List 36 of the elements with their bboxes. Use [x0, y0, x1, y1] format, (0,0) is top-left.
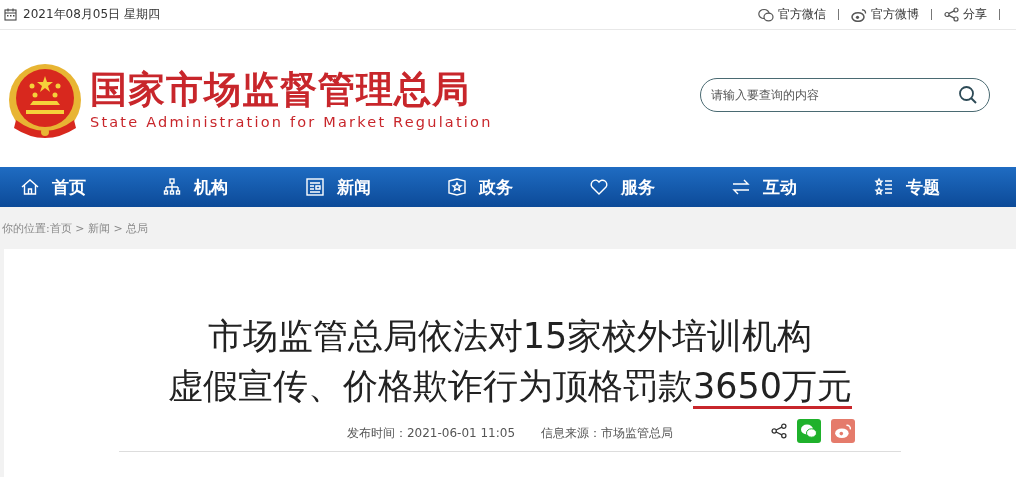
- nav-item[interactable]: 首页: [20, 167, 163, 207]
- nav-item[interactable]: 政务: [446, 167, 590, 207]
- wechat-icon: [800, 423, 818, 439]
- nav-item[interactable]: 新闻: [304, 167, 447, 207]
- weibo-share-button[interactable]: [831, 419, 855, 443]
- newspaper-icon: [304, 177, 325, 197]
- share-link[interactable]: 分享: [944, 6, 987, 23]
- exchange-arrows-icon: [731, 177, 752, 197]
- site-title: 国家市场监督管理总局: [90, 67, 471, 112]
- weibo-icon: [851, 7, 867, 22]
- info-source: 信息来源：市场监管总局: [541, 424, 674, 442]
- nav-item[interactable]: 专题: [873, 167, 1016, 207]
- site-subtitle: State Administration for Market Regulation: [90, 113, 493, 130]
- nav-item[interactable]: 互动: [731, 167, 874, 207]
- share-icon[interactable]: [771, 423, 787, 439]
- shield-star-icon: [446, 177, 467, 197]
- share-icon: [944, 7, 959, 22]
- weibo-link[interactable]: 官方微博: [851, 6, 919, 23]
- date-text: 2021年08月05日 星期四: [23, 6, 160, 23]
- article-title-line: 市场监管总局依法对15家校外培训机构: [207, 315, 813, 358]
- nav-item[interactable]: 机构: [162, 167, 305, 207]
- star-list-icon: [873, 177, 894, 197]
- weibo-icon: [834, 423, 852, 439]
- publish-time: 发布时间：2021-06-01 11:05: [346, 424, 516, 442]
- search-field[interactable]: 请输入要查询的内容: [700, 77, 990, 112]
- wechat-icon: [758, 7, 774, 22]
- wechat-share-button[interactable]: [797, 419, 821, 443]
- nav-item[interactable]: 服务: [589, 167, 732, 207]
- search-icon[interactable]: [958, 84, 978, 105]
- heart-icon: [589, 177, 610, 197]
- article-title-line: 虚假宣传、价格欺诈行为顶格罚款3650万元: [167, 361, 853, 411]
- calendar-icon: [4, 8, 17, 21]
- wechat-link[interactable]: 官方微信: [758, 6, 826, 23]
- home-icon: [20, 177, 40, 197]
- breadcrumb: 你的位置:首页 > 新闻 > 总局: [2, 220, 149, 236]
- org-chart-icon: [162, 177, 183, 197]
